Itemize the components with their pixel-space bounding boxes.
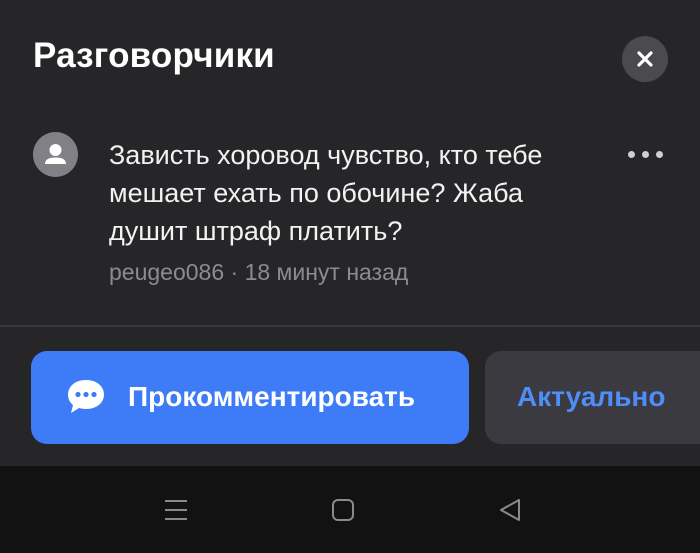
back-icon <box>500 499 520 521</box>
discussion-sheet: Разговорчики Зависть хоровод чувство, кт… <box>0 0 700 466</box>
home-icon <box>332 499 354 521</box>
nav-menu-button[interactable] <box>154 488 198 532</box>
close-button[interactable] <box>622 36 668 82</box>
menu-icon <box>165 500 187 520</box>
user-icon <box>45 144 66 164</box>
avatar[interactable] <box>33 132 78 177</box>
nav-home-button[interactable] <box>321 488 365 532</box>
comment-button-label: Прокомментировать <box>128 381 416 412</box>
sheet-title: Разговорчики <box>33 36 275 75</box>
comment-text: Зависть хоровод чувство, кто тебе мешает… <box>109 140 543 246</box>
divider <box>0 325 700 327</box>
chat-bubble-icon <box>68 380 104 413</box>
more-dot <box>641 150 649 158</box>
more-dots-icon <box>627 150 635 158</box>
comment-button[interactable]: Прокомментировать <box>31 351 469 444</box>
close-icon <box>637 51 653 67</box>
comment-meta: peugeo086 · 18 минут назад <box>109 259 409 285</box>
nav-back-button[interactable] <box>488 488 532 532</box>
comment-menu-button[interactable] <box>622 142 668 166</box>
relevant-button[interactable]: Актуально <box>485 351 700 444</box>
relevant-button-label: Актуально <box>517 381 666 412</box>
more-dot <box>655 150 663 158</box>
system-navbar <box>0 466 700 553</box>
